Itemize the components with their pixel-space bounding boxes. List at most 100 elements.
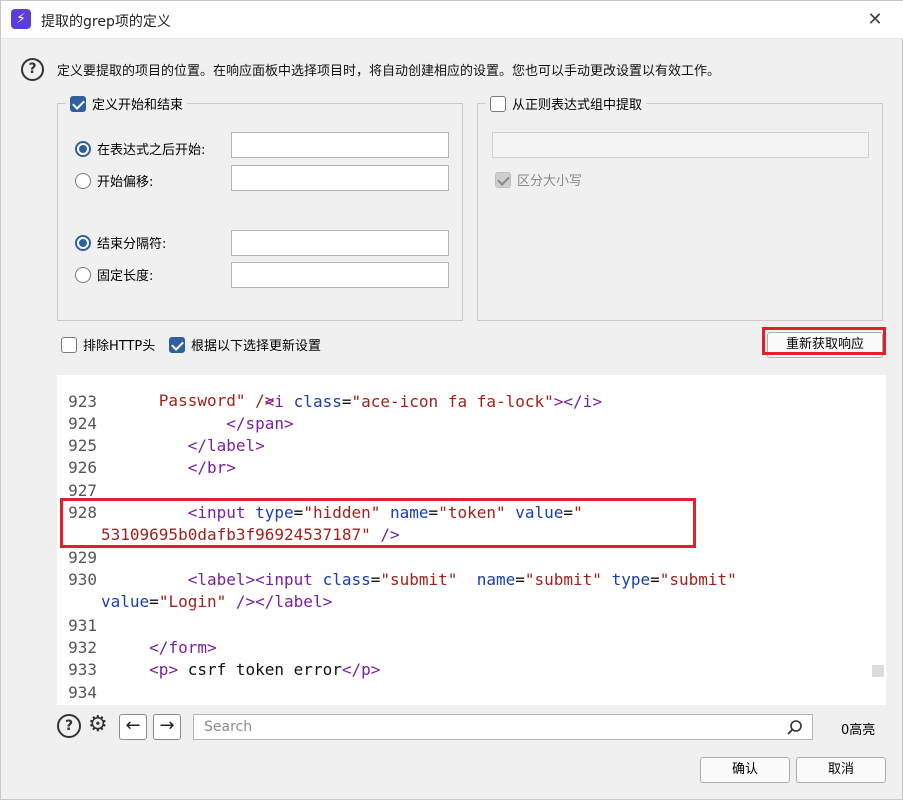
end-delimiter-radio[interactable] (75, 234, 91, 251)
gear-icon[interactable]: ⚙ (88, 713, 108, 737)
start-after-label: 在表达式之后开始: (97, 143, 206, 158)
code-line: 926 </br> (57, 457, 236, 479)
refetch-highlight-box (762, 327, 886, 355)
start-offset-field[interactable] (231, 165, 449, 191)
token-highlight-box (60, 498, 696, 548)
start-offset-radio[interactable] (75, 172, 91, 189)
scroll-indicator[interactable] (872, 665, 884, 677)
code-token: </span> (226, 414, 294, 433)
fixed-length-label: 固定长度: (97, 269, 154, 284)
line-number: 930 (68, 570, 97, 589)
regex-field[interactable] (492, 132, 869, 158)
code-line: 924 </span> (57, 413, 294, 435)
start-offset-input[interactable] (232, 166, 448, 190)
partial-top-line: Password" /> (57, 375, 275, 410)
case-sensitive-checkbox (495, 171, 511, 188)
define-start-end-header: 定义开始和结束 (66, 94, 188, 113)
regex-group-checkbox[interactable] (490, 95, 506, 112)
code-token: </form> (149, 638, 217, 657)
line-number: 931 (68, 616, 97, 635)
help-icon[interactable]: ? (57, 714, 81, 738)
window-title: 提取的grep项的定义 (41, 14, 171, 30)
case-sensitive-option: 区分大小写 (495, 170, 582, 189)
line-number: 929 (68, 548, 97, 567)
line-number: 925 (68, 436, 97, 455)
exclude-http-label: 排除HTTP头 (83, 339, 156, 354)
bolt-icon: ⚡ (11, 9, 31, 29)
code-token: class (322, 570, 371, 589)
end-delimiter-option[interactable]: 结束分隔符: (75, 233, 166, 252)
description-text: 定义要提取的项目的位置。在响应面板中选择项目时，将自动创建相应的设置。您也可以手… (57, 64, 721, 79)
code-line: 930 <label><input class="submit" name="s… (57, 569, 737, 591)
regex-group-header: 从正则表达式组中提取 (486, 94, 647, 113)
code-token: "Login" (158, 592, 236, 611)
end-delimiter-field[interactable] (231, 230, 449, 256)
code-token: </label> (187, 436, 265, 455)
forward-button[interactable]: → (153, 714, 181, 740)
define-start-end-label: 定义开始和结束 (92, 98, 184, 113)
ok-button[interactable]: 确认 (700, 757, 790, 783)
code-token: <label><input (187, 570, 323, 589)
code-token: name (476, 570, 516, 589)
code-line: 932 </form> (57, 637, 217, 659)
line-number: 933 (68, 660, 97, 679)
start-offset-option[interactable]: 开始偏移: (75, 171, 153, 190)
code-token: "submit" (524, 570, 612, 589)
start-after-radio[interactable] (75, 140, 91, 157)
fixed-length-radio[interactable] (75, 266, 91, 283)
code-line: 931 (57, 615, 101, 637)
search-input[interactable] (194, 715, 812, 739)
line-number: 934 (68, 683, 97, 702)
end-delimiter-label: 结束分隔符: (97, 237, 167, 252)
code-token: = (149, 592, 159, 611)
define-start-end-checkbox[interactable] (70, 95, 86, 112)
exclude-http-option[interactable]: 排除HTTP头 (61, 335, 155, 354)
line-number: 932 (68, 638, 97, 657)
fixed-length-option[interactable]: 固定长度: (75, 265, 153, 284)
dialog-window: ⚡ 提取的grep项的定义 ✕ ? 定义要提取的项目的位置。在响应面板中选择项目… (0, 0, 903, 800)
code-token: ></i> (553, 392, 602, 411)
exclude-http-checkbox[interactable] (61, 336, 77, 353)
help-icon[interactable]: ? (21, 58, 44, 81)
back-button[interactable]: ← (119, 714, 147, 740)
search-icon[interactable] (786, 719, 804, 737)
code-token: value (101, 592, 150, 611)
code-token: type (611, 570, 651, 589)
code-line: value="Login" /></label> (57, 591, 332, 613)
update-from-selection-checkbox[interactable] (169, 336, 185, 353)
start-after-field[interactable] (231, 132, 449, 158)
code-token: </p> (341, 660, 381, 679)
code-line: 929 (57, 547, 101, 569)
code-token: class (293, 392, 342, 411)
code-line: 934 (57, 682, 101, 704)
code-token: "submit" (380, 570, 477, 589)
code-token: = (515, 570, 525, 589)
regex-group-label: 从正则表达式组中提取 (512, 98, 643, 113)
end-delimiter-input[interactable] (232, 231, 448, 255)
code-token: <i (264, 392, 294, 411)
line-number: 924 (68, 414, 97, 433)
update-from-selection-label: 根据以下选择更新设置 (191, 339, 322, 354)
code-line: 933 <p> csrf token error</p> (57, 659, 380, 681)
cancel-button[interactable]: 取消 (796, 757, 886, 783)
regex-input[interactable] (493, 133, 868, 157)
code-token: </br> (187, 458, 236, 477)
code-line: 925 </label> (57, 435, 265, 457)
line-number: 926 (68, 458, 97, 477)
code-token: "submit" (659, 570, 737, 589)
start-after-input[interactable] (232, 133, 448, 157)
start-offset-label: 开始偏移: (97, 175, 154, 190)
start-after-option[interactable]: 在表达式之后开始: (75, 139, 205, 158)
fixed-length-input[interactable] (232, 263, 448, 287)
title-bar: ⚡ 提取的grep项的定义 ✕ (1, 1, 903, 39)
close-button[interactable]: ✕ (859, 7, 891, 33)
fixed-length-field[interactable] (231, 262, 449, 288)
update-from-selection-option[interactable]: 根据以下选择更新设置 (169, 335, 321, 354)
code-token: /></label> (235, 592, 333, 611)
search-field[interactable] (193, 714, 813, 740)
